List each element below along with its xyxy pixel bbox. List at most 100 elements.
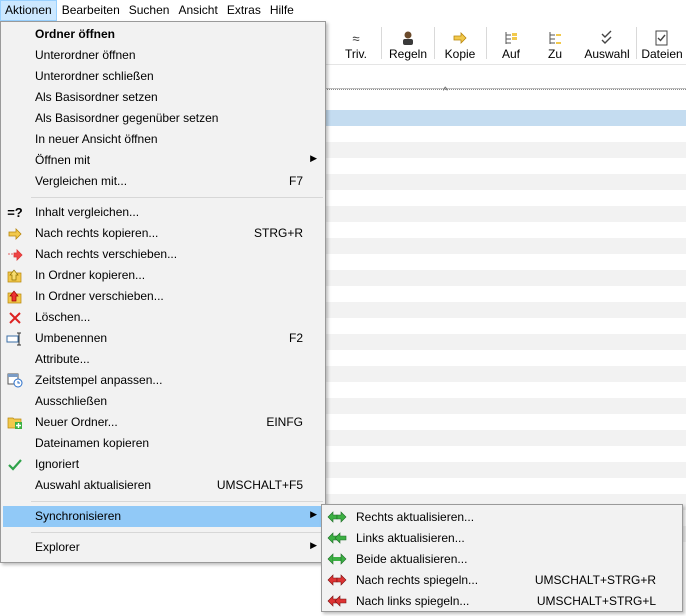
menu-ansicht[interactable]: Ansicht (174, 0, 221, 21)
menu-item-label: Umbenennen (35, 331, 108, 345)
submenu-item-mirror-right[interactable]: Nach rechts spiegeln... UMSCHALT+STRG+R (324, 570, 680, 591)
sort-caret-icon[interactable]: ^ (443, 86, 448, 97)
collapse-button[interactable]: Zu (540, 25, 570, 61)
menu-item-label: Unterordner schließen (35, 69, 154, 83)
toolbar-separator (381, 27, 382, 59)
synchronize-submenu: Rechts aktualisieren... Links aktualisie… (321, 504, 683, 612)
menu-hilfe[interactable]: Hilfe (266, 0, 298, 21)
expand-up-label: Auf (501, 47, 520, 61)
toolbar-separator (434, 27, 435, 59)
new-folder-icon (6, 414, 24, 431)
menu-aktionen[interactable]: Aktionen (0, 0, 57, 21)
menu-item-label: In Ordner kopieren... (35, 268, 146, 282)
menu-item-open-new-view[interactable]: In neuer Ansicht öffnen (3, 129, 323, 150)
menu-item-copy-right[interactable]: Nach rechts kopieren... STRG+R (3, 223, 323, 244)
menu-item-open-subfolders[interactable]: Unterordner öffnen (3, 45, 323, 66)
menu-item-ignored[interactable]: Ignoriert (3, 454, 323, 475)
submenu-item-label: Beide aktualisieren... (356, 552, 468, 566)
menu-item-compare-content[interactable]: =? Inhalt vergleichen... (3, 202, 323, 223)
menu-item-label: Nach rechts verschieben... (35, 247, 178, 261)
menu-item-label: Als Basisordner gegenüber setzen (35, 111, 219, 125)
menu-item-open-folder[interactable]: Ordner öffnen (3, 24, 323, 45)
menu-item-label: Ignoriert (35, 457, 80, 471)
menu-item-label: In neuer Ansicht öffnen (35, 132, 158, 146)
menu-item-label: Dateinamen kopieren (35, 436, 150, 450)
menu-item-shortcut: F2 (288, 331, 303, 345)
delete-icon (6, 309, 24, 326)
menu-item-label: Unterordner öffnen (35, 48, 136, 62)
actions-menu: Ordner öffnen Unterordner öffnen Unteror… (0, 21, 326, 563)
menu-item-move-right[interactable]: Nach rechts verschieben... (3, 244, 323, 265)
files-button[interactable]: Dateien (640, 25, 684, 61)
menu-item-label: Explorer (35, 540, 80, 554)
menu-item-label: In Ordner verschieben... (35, 289, 164, 303)
selection-label: Auswahl (584, 47, 630, 61)
submenu-item-shortcut: UMSCHALT+STRG+L (536, 594, 656, 608)
menu-item-compare-with[interactable]: Vergleichen mit... F7 (3, 171, 323, 192)
files-label: Dateien (641, 47, 683, 61)
mirror-right-red-icon (327, 573, 347, 588)
expand-up-button[interactable]: Auf (496, 25, 526, 61)
menu-item-move-to-folder[interactable]: In Ordner verschieben... (3, 286, 323, 307)
menu-separator (31, 197, 323, 198)
submenu-arrow-icon: ▶ (310, 509, 317, 519)
menu-item-exclude[interactable]: Ausschließen (3, 391, 323, 412)
copy-button[interactable]: Kopie (442, 25, 478, 61)
trivial-label: Triv. (345, 47, 367, 61)
menu-item-label: Nach rechts kopieren... (35, 226, 159, 240)
menu-item-label: Ausschließen (35, 394, 108, 408)
arrow-right-icon (453, 29, 467, 47)
toolbar-separator (486, 27, 487, 59)
submenu-arrow-icon: ▶ (310, 153, 317, 163)
menu-item-delete[interactable]: Löschen... (3, 307, 323, 328)
submenu-item-label: Rechts aktualisieren... (356, 510, 475, 524)
file-check-icon (654, 29, 670, 47)
collapse-label: Zu (547, 47, 562, 61)
menu-item-label: Auswahl aktualisieren (35, 478, 152, 492)
menu-item-label: Attribute... (35, 352, 90, 366)
menu-item-open-with[interactable]: Öffnen mit ▶ (3, 150, 323, 171)
rules-label: Regeln (388, 47, 428, 61)
sync-left-green-icon (327, 531, 347, 546)
rename-icon (6, 330, 24, 347)
menu-bearbeiten[interactable]: Bearbeiten (58, 0, 124, 21)
menu-item-label: Vergleichen mit... (35, 174, 128, 188)
menu-bar: Aktionen Bearbeiten Suchen Ansicht Extra… (0, 0, 686, 21)
menu-item-label: Ordner öffnen (35, 27, 115, 41)
copy-to-folder-icon (6, 267, 24, 284)
approx-icon: ≈ (352, 30, 360, 46)
submenu-item-mirror-left[interactable]: Nach links spiegeln... UMSCHALT+STRG+L (324, 591, 680, 612)
submenu-item-shortcut: UMSCHALT+STRG+R (534, 573, 656, 587)
menu-item-copy-filenames[interactable]: Dateinamen kopieren (3, 433, 323, 454)
menu-item-explorer[interactable]: Explorer ▶ (3, 537, 323, 558)
menu-item-label: Löschen... (35, 310, 91, 324)
submenu-item-update-both[interactable]: Beide aktualisieren... (324, 549, 680, 570)
menu-item-close-subfolders[interactable]: Unterordner schließen (3, 66, 323, 87)
sync-right-green-icon (327, 510, 347, 525)
menu-item-copy-to-folder[interactable]: In Ordner kopieren... (3, 265, 323, 286)
menu-item-shortcut: F7 (288, 174, 303, 188)
checkmark-icon (6, 456, 24, 473)
trivial-button[interactable]: ≈ Triv. (340, 25, 372, 62)
menu-item-attributes[interactable]: Attribute... (3, 349, 323, 370)
menu-item-set-base-folder-opposite[interactable]: Als Basisordner gegenüber setzen (3, 108, 323, 129)
menu-item-adjust-timestamp[interactable]: Zeitstempel anpassen... (3, 370, 323, 391)
selection-button[interactable]: Auswahl (582, 25, 632, 61)
submenu-item-label: Nach rechts spiegeln... (356, 573, 479, 587)
submenu-arrow-icon: ▶ (310, 540, 317, 550)
submenu-item-label: Links aktualisieren... (356, 531, 465, 545)
menu-extras[interactable]: Extras (223, 0, 265, 21)
rules-button[interactable]: Regeln (387, 25, 429, 61)
menu-item-synchronize[interactable]: Synchronisieren ▶ (3, 506, 323, 527)
menu-item-label: Zeitstempel anpassen... (35, 373, 163, 387)
menu-item-rename[interactable]: Umbenennen F2 (3, 328, 323, 349)
menu-suchen[interactable]: Suchen (125, 0, 174, 21)
submenu-item-update-left[interactable]: Links aktualisieren... (324, 528, 680, 549)
tree-up-icon (503, 29, 519, 47)
menu-item-refresh-selection[interactable]: Auswahl aktualisieren UMSCHALT+F5 (3, 475, 323, 496)
menu-item-set-base-folder[interactable]: Als Basisordner setzen (3, 87, 323, 108)
menu-item-label: Als Basisordner setzen (35, 90, 158, 104)
menu-item-new-folder[interactable]: Neuer Ordner... EINFG (3, 412, 323, 433)
submenu-item-update-right[interactable]: Rechts aktualisieren... (324, 507, 680, 528)
timestamp-icon (6, 372, 24, 389)
